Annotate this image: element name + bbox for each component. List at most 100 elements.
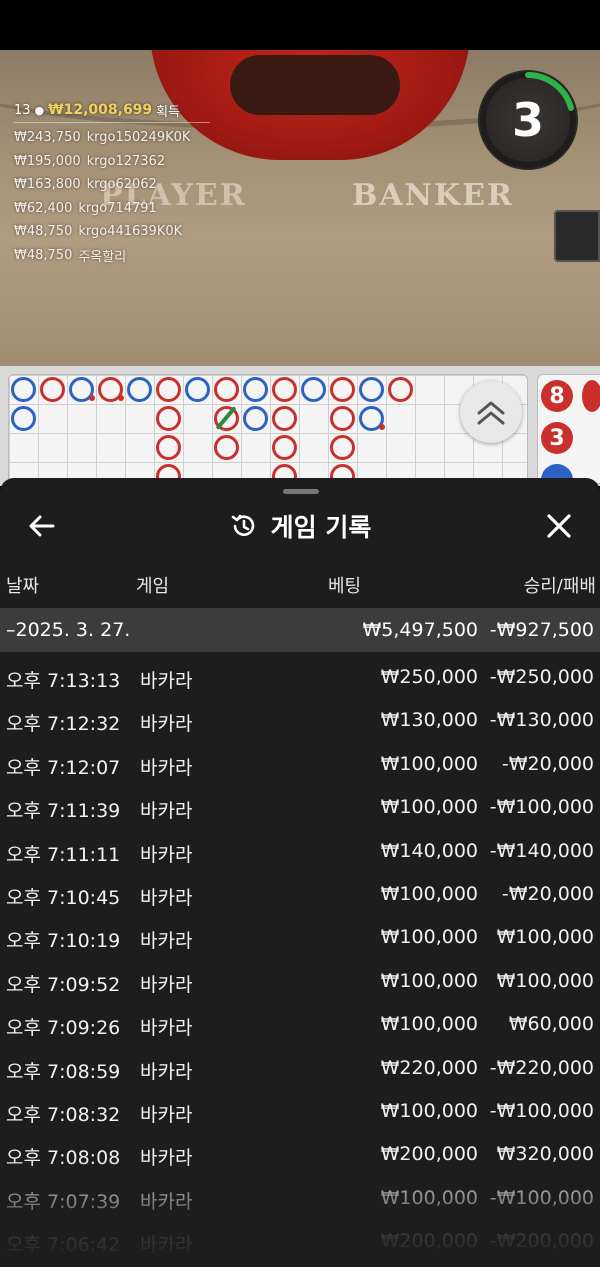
history-icon [231,514,254,536]
row-bet: ₩100,000 [380,796,478,819]
row-bet: ₩200,000 [380,1230,478,1253]
row-bet: ₩140,000 [380,839,478,862]
winner-amount: ₩48,750 [14,247,73,263]
row-time: 오후 7:08:32 [6,1103,121,1126]
winner-row: ₩195,000 krgo127362 [14,150,210,174]
history-row[interactable]: 오후 7:09:26 바카라 ₩100,000 ₩60,000 [0,1003,600,1046]
row-bet: ₩200,000 [380,1143,478,1166]
winner-user: krgo150249K0K [86,130,191,146]
history-row[interactable]: 오후 7:10:45 바카라 ₩100,000 -₩20,000 [0,873,600,916]
player-bead [11,377,36,402]
banker-bead [330,377,355,402]
pair-marker [379,424,385,430]
row-game: 바카라 [140,1060,193,1083]
history-row[interactable]: 오후 7:06:42 바카라 ₩200,000 -₩200,000 [0,1220,600,1263]
row-game: 바카라 [140,886,193,909]
banker-bead [330,406,355,431]
row-bet: ₩100,000 [380,969,478,992]
row-result: -₩20,000 [501,752,594,775]
winners-list: 13 ● ₩12,008,699 획득 ₩243,750 krgo150249K… [14,100,210,267]
history-row[interactable]: 오후 7:13:13 바카라 ₩250,000 -₩250,000 [0,656,600,699]
history-row[interactable]: 오후 7:09:52 바카라 ₩100,000 ₩100,000 [0,960,600,1003]
bead-road[interactable]: 8 3 [537,374,600,484]
chevron-double-up-icon [477,401,505,425]
row-result: -₩100,000 [489,796,594,819]
winners-total: ₩12,008,699 [48,102,153,118]
winners-suffix: 획득 [156,104,181,120]
date-group-row[interactable]: –2025. 3. 27. ₩5,497,500 -₩927,500 [0,608,600,652]
bead-number: 3 [541,422,573,454]
bead-number: 8 [541,380,573,412]
sheet-title-wrap: 게임 기록 [0,500,600,552]
player-bead [185,377,210,402]
row-time: 오후 7:13:13 [6,670,121,692]
history-row[interactable]: 오후 7:08:08 바카라 ₩200,000 ₩320,000 [0,1133,600,1176]
back-button[interactable] [26,510,58,542]
row-game: 바카라 [140,756,193,779]
row-bet: ₩100,000 [380,882,478,905]
winner-row: ₩163,800 krgo62062 [14,173,210,197]
history-row[interactable]: 오후 7:07:39 바카라 ₩100,000 -₩100,000 [0,1177,600,1220]
row-result: ₩320,000 [496,1143,594,1166]
road-map-strip: 8 3 [0,366,600,486]
row-time: 오후 7:07:39 [6,1190,121,1213]
winner-user: krgo62062 [86,177,157,193]
close-button[interactable] [543,510,575,542]
winner-row: ₩48,750 krgo441639K0K [14,220,210,244]
history-row[interactable]: 오후 7:12:32 바카라 ₩130,000 -₩130,000 [0,699,600,742]
row-bet: ₩100,000 [380,1013,478,1036]
row-result: -₩100,000 [489,1099,594,1122]
history-row[interactable]: 오후 7:10:19 바카라 ₩100,000 ₩100,000 [0,916,600,959]
player-bead [301,377,326,402]
banker-bead [214,377,239,402]
row-time: 오후 7:09:26 [6,1017,121,1040]
card-shoe [554,210,600,262]
column-bet: 베팅 [328,576,362,597]
row-time: 오후 7:06:42 [6,1234,121,1257]
player-bead [243,406,268,431]
big-road[interactable] [8,374,528,484]
sheet-title: 게임 기록 [270,513,372,542]
winner-user: krgo714791 [78,200,157,216]
winner-amount: ₩243,750 [14,130,81,146]
row-game: 바카라 [140,930,193,953]
pair-marker [118,395,124,401]
banker-bead [156,377,181,402]
live-table-video: PLAYER BANKER 3 13 ● ₩12,008,699 획득 ₩243… [0,50,600,366]
row-result: -₩130,000 [489,709,594,732]
history-row[interactable]: 오후 7:12:07 바카라 ₩100,000 -₩20,000 [0,743,600,786]
timer-value: 3 [511,93,544,147]
history-row[interactable]: 오후 7:11:39 바카라 ₩100,000 -₩100,000 [0,786,600,829]
winner-row: ₩243,750 krgo150249K0K [14,126,210,150]
row-bet: ₩250,000 [380,666,478,688]
history-row[interactable]: 오후 7:11:11 바카라 ₩140,000 -₩140,000 [0,830,600,873]
date-group-bet-total: ₩5,497,500 [362,619,478,641]
row-result: ₩100,000 [496,926,594,949]
sheet-header: 게임 기록 [0,500,600,552]
player-bead [243,377,268,402]
winner-amount: ₩163,800 [14,177,81,193]
table-header: 날짜 게임 베팅 승리/패배 [0,572,600,600]
person-icon: ● [34,103,45,117]
player-bead [11,406,36,431]
close-icon [547,514,571,538]
row-game: 바카라 [140,1017,193,1040]
row-bet: ₩100,000 [380,752,478,775]
date-group-result-total: -₩927,500 [489,619,594,641]
row-time: 오후 7:10:45 [6,886,121,909]
history-row[interactable]: 오후 7:08:59 바카라 ₩220,000 -₩220,000 [0,1047,600,1090]
row-result: -₩200,000 [489,1230,594,1253]
history-row[interactable]: 오후 7:08:32 바카라 ₩100,000 -₩100,000 [0,1090,600,1133]
row-time: 오후 7:08:59 [6,1060,121,1083]
date-group-date: –2025. 3. 27. [6,619,131,641]
banker-bead [388,377,413,402]
sheet-drag-handle[interactable] [283,489,319,494]
row-time: 오후 7:11:39 [6,800,121,823]
row-time: 오후 7:12:07 [6,756,121,779]
winner-amount: ₩48,750 [14,224,73,240]
dealer-hands [230,55,400,115]
row-game: 바카라 [140,670,193,692]
winner-user: 주옥할리 [78,249,127,265]
banker-bead [272,435,297,460]
expand-roadmap-button[interactable] [460,381,522,443]
